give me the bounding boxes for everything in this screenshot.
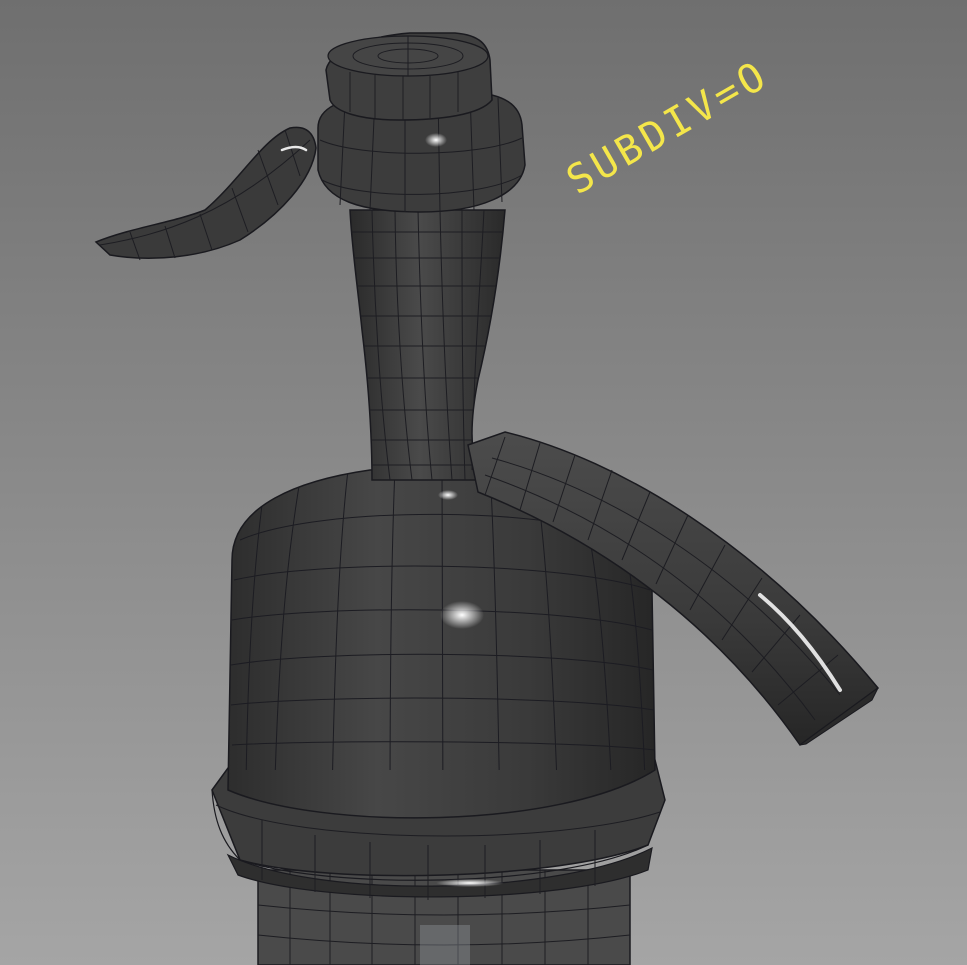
siphon-bottle-mesh[interactable] <box>0 0 967 965</box>
valve-cap <box>325 32 493 121</box>
3d-viewport[interactable]: SUBDIV=O <box>0 0 967 965</box>
